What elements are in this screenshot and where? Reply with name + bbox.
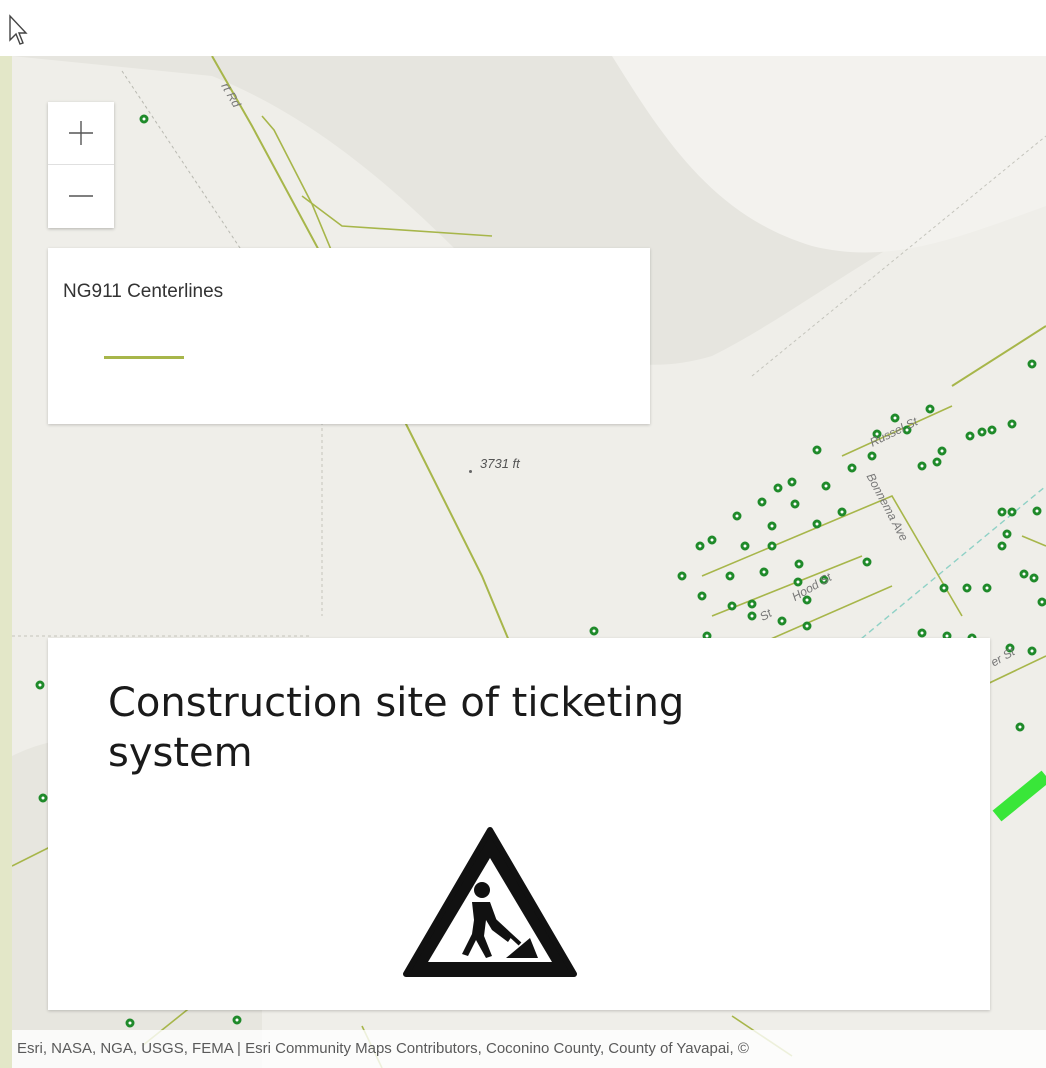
top-bar <box>0 0 1046 56</box>
zoom-control <box>48 102 114 228</box>
notice-text: Construction site of ticketing system <box>108 680 685 776</box>
mouse-cursor-icon <box>9 14 28 45</box>
plus-icon <box>69 121 93 145</box>
zoom-out-button[interactable] <box>48 165 114 227</box>
elevation-label: 3731 ft <box>480 456 520 471</box>
legend-layer-title: NG911 Centerlines <box>63 281 224 302</box>
construction-worker-warning-icon <box>403 827 577 977</box>
construction-notice: Construction site of ticketing system <box>48 638 990 1010</box>
legend-panel: NG911 Centerlines <box>48 248 650 424</box>
minus-icon <box>69 195 93 197</box>
legend-line-swatch <box>104 356 184 359</box>
attribution-text: Esri, NASA, NGA, USGS, FEMA | Esri Commu… <box>17 1040 749 1057</box>
elevation-marker-icon <box>469 470 472 473</box>
slide-frame-edge <box>0 0 12 1068</box>
zoom-in-button[interactable] <box>48 102 114 165</box>
map-attribution: Esri, NASA, NGA, USGS, FEMA | Esri Commu… <box>12 1030 1046 1068</box>
